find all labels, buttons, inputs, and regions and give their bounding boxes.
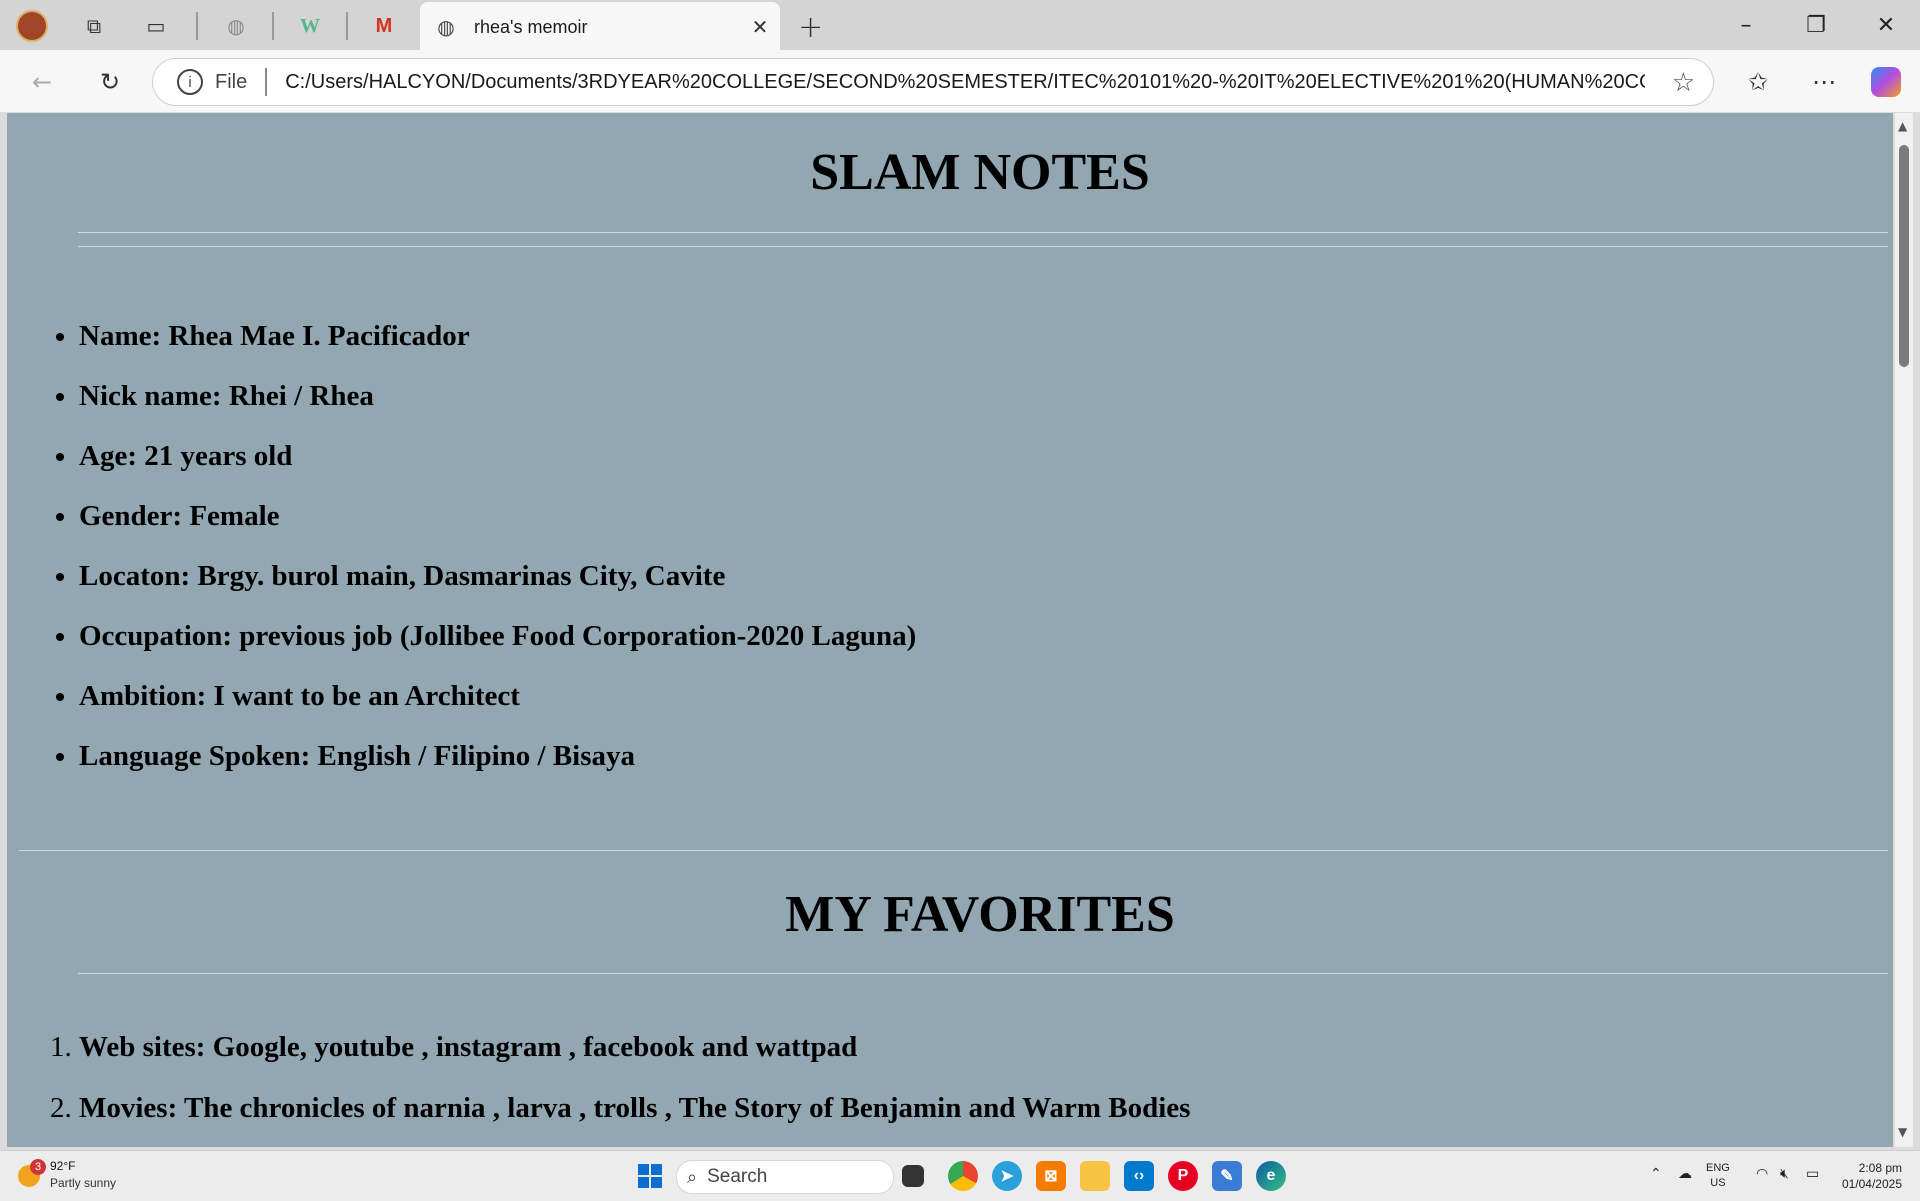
taskbar-search[interactable]: ⌕ Search [676,1160,894,1194]
tab-strip: ⧉ ▭ ◍ W M ◍ rhea's memoir ✕ + – ❐ ✕ [0,0,1920,52]
minimize-icon[interactable]: – [1716,4,1776,48]
tab-separator [196,12,198,40]
start-icon[interactable] [638,1164,662,1188]
date: 01/04/2025 [1841,1177,1902,1191]
info-list: Name: Rhea Mae I. Pacificador Nick name:… [7,306,916,786]
horizontal-rule [78,973,1888,974]
globe-icon: ◍ [437,15,455,39]
windows-taskbar: 3 92°F Partly sunny ⌕ Search ➤ ⊠ ‹› P ✎ … [0,1150,1920,1201]
scrollbar-thumb[interactable] [1899,145,1909,367]
slam-notes-heading: SLAM NOTES [810,144,1150,201]
my-favorites-heading: MY FAVORITES [785,886,1175,943]
list-item: Gender: Female [79,486,916,546]
horizontal-rule [78,232,1888,233]
pinned-tab-gmail-icon[interactable]: M [366,8,402,44]
temperature: 92°F [50,1159,76,1173]
restore-icon[interactable]: ❐ [1786,4,1846,48]
tab-title: rhea's memoir [474,16,588,37]
search-label: Search [707,1166,768,1187]
address-divider [265,68,268,96]
xampp-icon[interactable]: ⊠ [1036,1161,1066,1191]
horizontal-rule [78,246,1888,247]
file-explorer-icon[interactable] [1080,1161,1110,1191]
search-icon: ⌕ [687,1166,698,1187]
favorites-icon[interactable]: ✩ [1738,62,1778,102]
pinned-tab-globe-icon[interactable]: ◍ [218,8,254,44]
profile-avatar-icon[interactable] [14,8,50,44]
favorite-text: Web sites: Google, youtube , instagram ,… [79,1031,858,1063]
favorites-list: Web sites: Google, youtube , instagram ,… [7,1017,1190,1139]
close-tab-icon[interactable]: ✕ [740,15,780,39]
back-icon[interactable]: ← [22,62,62,102]
tab-separator [346,12,348,40]
language-code: ENG [1706,1162,1730,1174]
telegram-icon[interactable]: ➤ [992,1161,1022,1191]
task-view-icon[interactable] [902,1165,924,1187]
vertical-scrollbar[interactable]: ▲ ▼ [1895,113,1913,1147]
address-bar[interactable]: i File C:/Users/HALCYON/Documents/3RDYEA… [152,58,1714,106]
show-hidden-icons-icon[interactable]: ⌃ [1650,1165,1662,1182]
copilot-icon[interactable] [1866,62,1906,102]
horizontal-rule [19,850,1888,851]
scroll-up-icon[interactable]: ▲ [1898,119,1907,133]
clock[interactable]: 2:08 pm 01/04/2025 [1836,1160,1902,1192]
active-tab[interactable]: ◍ rhea's memoir ✕ [420,2,780,52]
page-content: SLAM NOTES Name: Rhea Mae I. Pacificador… [7,113,1893,1147]
wifi-icon[interactable]: ◠ [1756,1165,1768,1182]
tab-actions-icon[interactable]: ▭ [138,8,174,44]
chrome-icon[interactable] [948,1161,978,1191]
pinterest-icon[interactable]: P [1168,1161,1198,1191]
workspaces-icon[interactable]: ⧉ [76,8,112,44]
more-options-icon[interactable]: ⋯ [1804,62,1844,102]
weather-condition: Partly sunny [50,1176,117,1190]
info-icon[interactable]: i [177,69,203,95]
close-window-icon[interactable]: ✕ [1856,4,1916,48]
list-item: Language Spoken: English / Filipino / Bi… [79,726,916,786]
navigation-bar: ← ↻ i File C:/Users/HALCYON/Documents/3R… [0,50,1920,112]
battery-icon[interactable]: ▭ [1806,1165,1819,1182]
vscode-icon[interactable]: ‹› [1124,1161,1154,1191]
region-code: US [1710,1177,1726,1189]
paint-icon[interactable]: ✎ [1212,1161,1242,1191]
url-text[interactable]: C:/Users/HALCYON/Documents/3RDYEAR%20COL… [285,71,1645,94]
input-language[interactable]: ENG US [1706,1161,1730,1191]
refresh-icon[interactable]: ↻ [90,62,130,102]
address-prefix: File [215,70,248,93]
favorite-star-icon[interactable]: ☆ [1672,67,1695,98]
favorite-text: Movies: The chronicles of narnia , larva… [79,1092,1191,1124]
list-item: Ambition: I want to be an Architect [79,666,916,726]
tab-separator [272,12,274,40]
list-item: Locaton: Brgy. burol main, Dasmarinas Ci… [79,546,916,606]
pinned-tab-wix-icon[interactable]: W [292,8,328,44]
volume-muted-icon[interactable]: 🔇︎ [1780,1165,1789,1182]
list-item: Web sites: Google, youtube , instagram ,… [79,1017,1190,1078]
network-alert-icon[interactable]: ☁ [1678,1165,1692,1182]
list-item: Occupation: previous job (Jollibee Food … [79,606,916,666]
edge-icon[interactable]: e [1256,1161,1286,1191]
list-item: Movies: The chronicles of narnia , larva… [79,1078,1190,1139]
list-item: Name: Rhea Mae I. Pacificador [79,306,916,366]
new-tab-icon[interactable]: + [798,10,823,45]
time: 2:08 pm [1858,1161,1902,1175]
notification-badge: 3 [30,1159,46,1175]
scroll-down-icon[interactable]: ▼ [1898,1125,1907,1139]
list-item: Nick name: Rhei / Rhea [79,366,916,426]
list-item: Age: 21 years old [79,426,916,486]
